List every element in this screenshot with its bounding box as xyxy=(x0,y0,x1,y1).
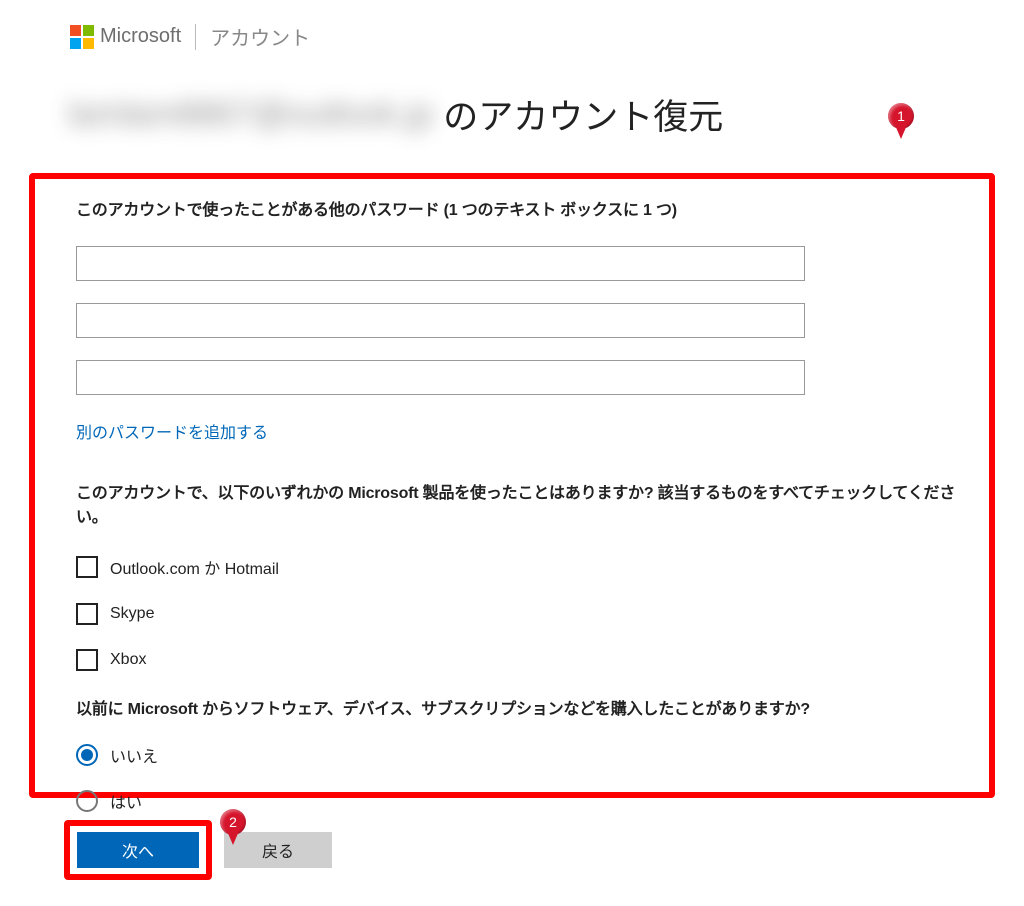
product-row-outlook[interactable]: Outlook.com か Hotmail xyxy=(76,555,976,579)
checkbox-icon[interactable] xyxy=(76,603,98,625)
password-input-1[interactable] xyxy=(76,246,805,281)
radio-label: いいえ xyxy=(110,743,158,767)
purchase-option-no[interactable]: いいえ xyxy=(76,743,976,767)
password-input-3[interactable] xyxy=(76,360,805,395)
product-row-skype[interactable]: Skype xyxy=(76,603,976,625)
annotation-pin-2: 2 xyxy=(220,809,246,845)
checkbox-label: Outlook.com か Hotmail xyxy=(110,555,279,579)
next-button[interactable]: 次へ xyxy=(77,832,199,868)
purchase-option-yes[interactable]: はい xyxy=(76,789,976,813)
add-password-link[interactable]: 別のパスワードを追加する xyxy=(76,419,268,443)
checkbox-label: Xbox xyxy=(110,651,146,669)
annotation-frame-2: 次へ xyxy=(64,820,212,880)
purchase-question-label: 以前に Microsoft からソフトウェア、デバイス、サブスクリプションなどを… xyxy=(76,695,976,719)
header-divider xyxy=(195,24,196,50)
action-buttons: 次へ 戻る xyxy=(64,820,332,880)
annotation-pin-1: 1 xyxy=(888,103,914,139)
recovery-form: このアカウントで使ったことがある他のパスワード (1 つのテキスト ボックスに … xyxy=(76,196,976,835)
passwords-question-label: このアカウントで使ったことがある他のパスワード (1 つのテキスト ボックスに … xyxy=(76,196,976,220)
section-text: アカウント xyxy=(210,22,310,51)
checkbox-label: Skype xyxy=(110,605,154,623)
checkbox-icon[interactable] xyxy=(76,556,98,578)
product-row-xbox[interactable]: Xbox xyxy=(76,649,976,671)
radio-label: はい xyxy=(110,789,142,813)
title-suffix: のアカウント復元 xyxy=(443,89,723,140)
brand-text: Microsoft xyxy=(100,25,181,48)
checkbox-icon[interactable] xyxy=(76,649,98,671)
radio-icon[interactable] xyxy=(76,744,98,766)
password-input-2[interactable] xyxy=(76,303,805,338)
page-title: lamlam8867@outlook.jp のアカウント復元 xyxy=(0,51,1024,140)
products-question-label: このアカウントで、以下のいずれかの Microsoft 製品を使ったことはありま… xyxy=(76,479,976,527)
page-header: Microsoft アカウント xyxy=(0,0,1024,51)
pin-tail-icon xyxy=(895,125,907,139)
microsoft-logo-icon xyxy=(70,25,94,49)
pin-tail-icon xyxy=(227,831,239,845)
radio-icon[interactable] xyxy=(76,790,98,812)
account-email-blurred: lamlam8867@outlook.jp xyxy=(68,95,433,134)
